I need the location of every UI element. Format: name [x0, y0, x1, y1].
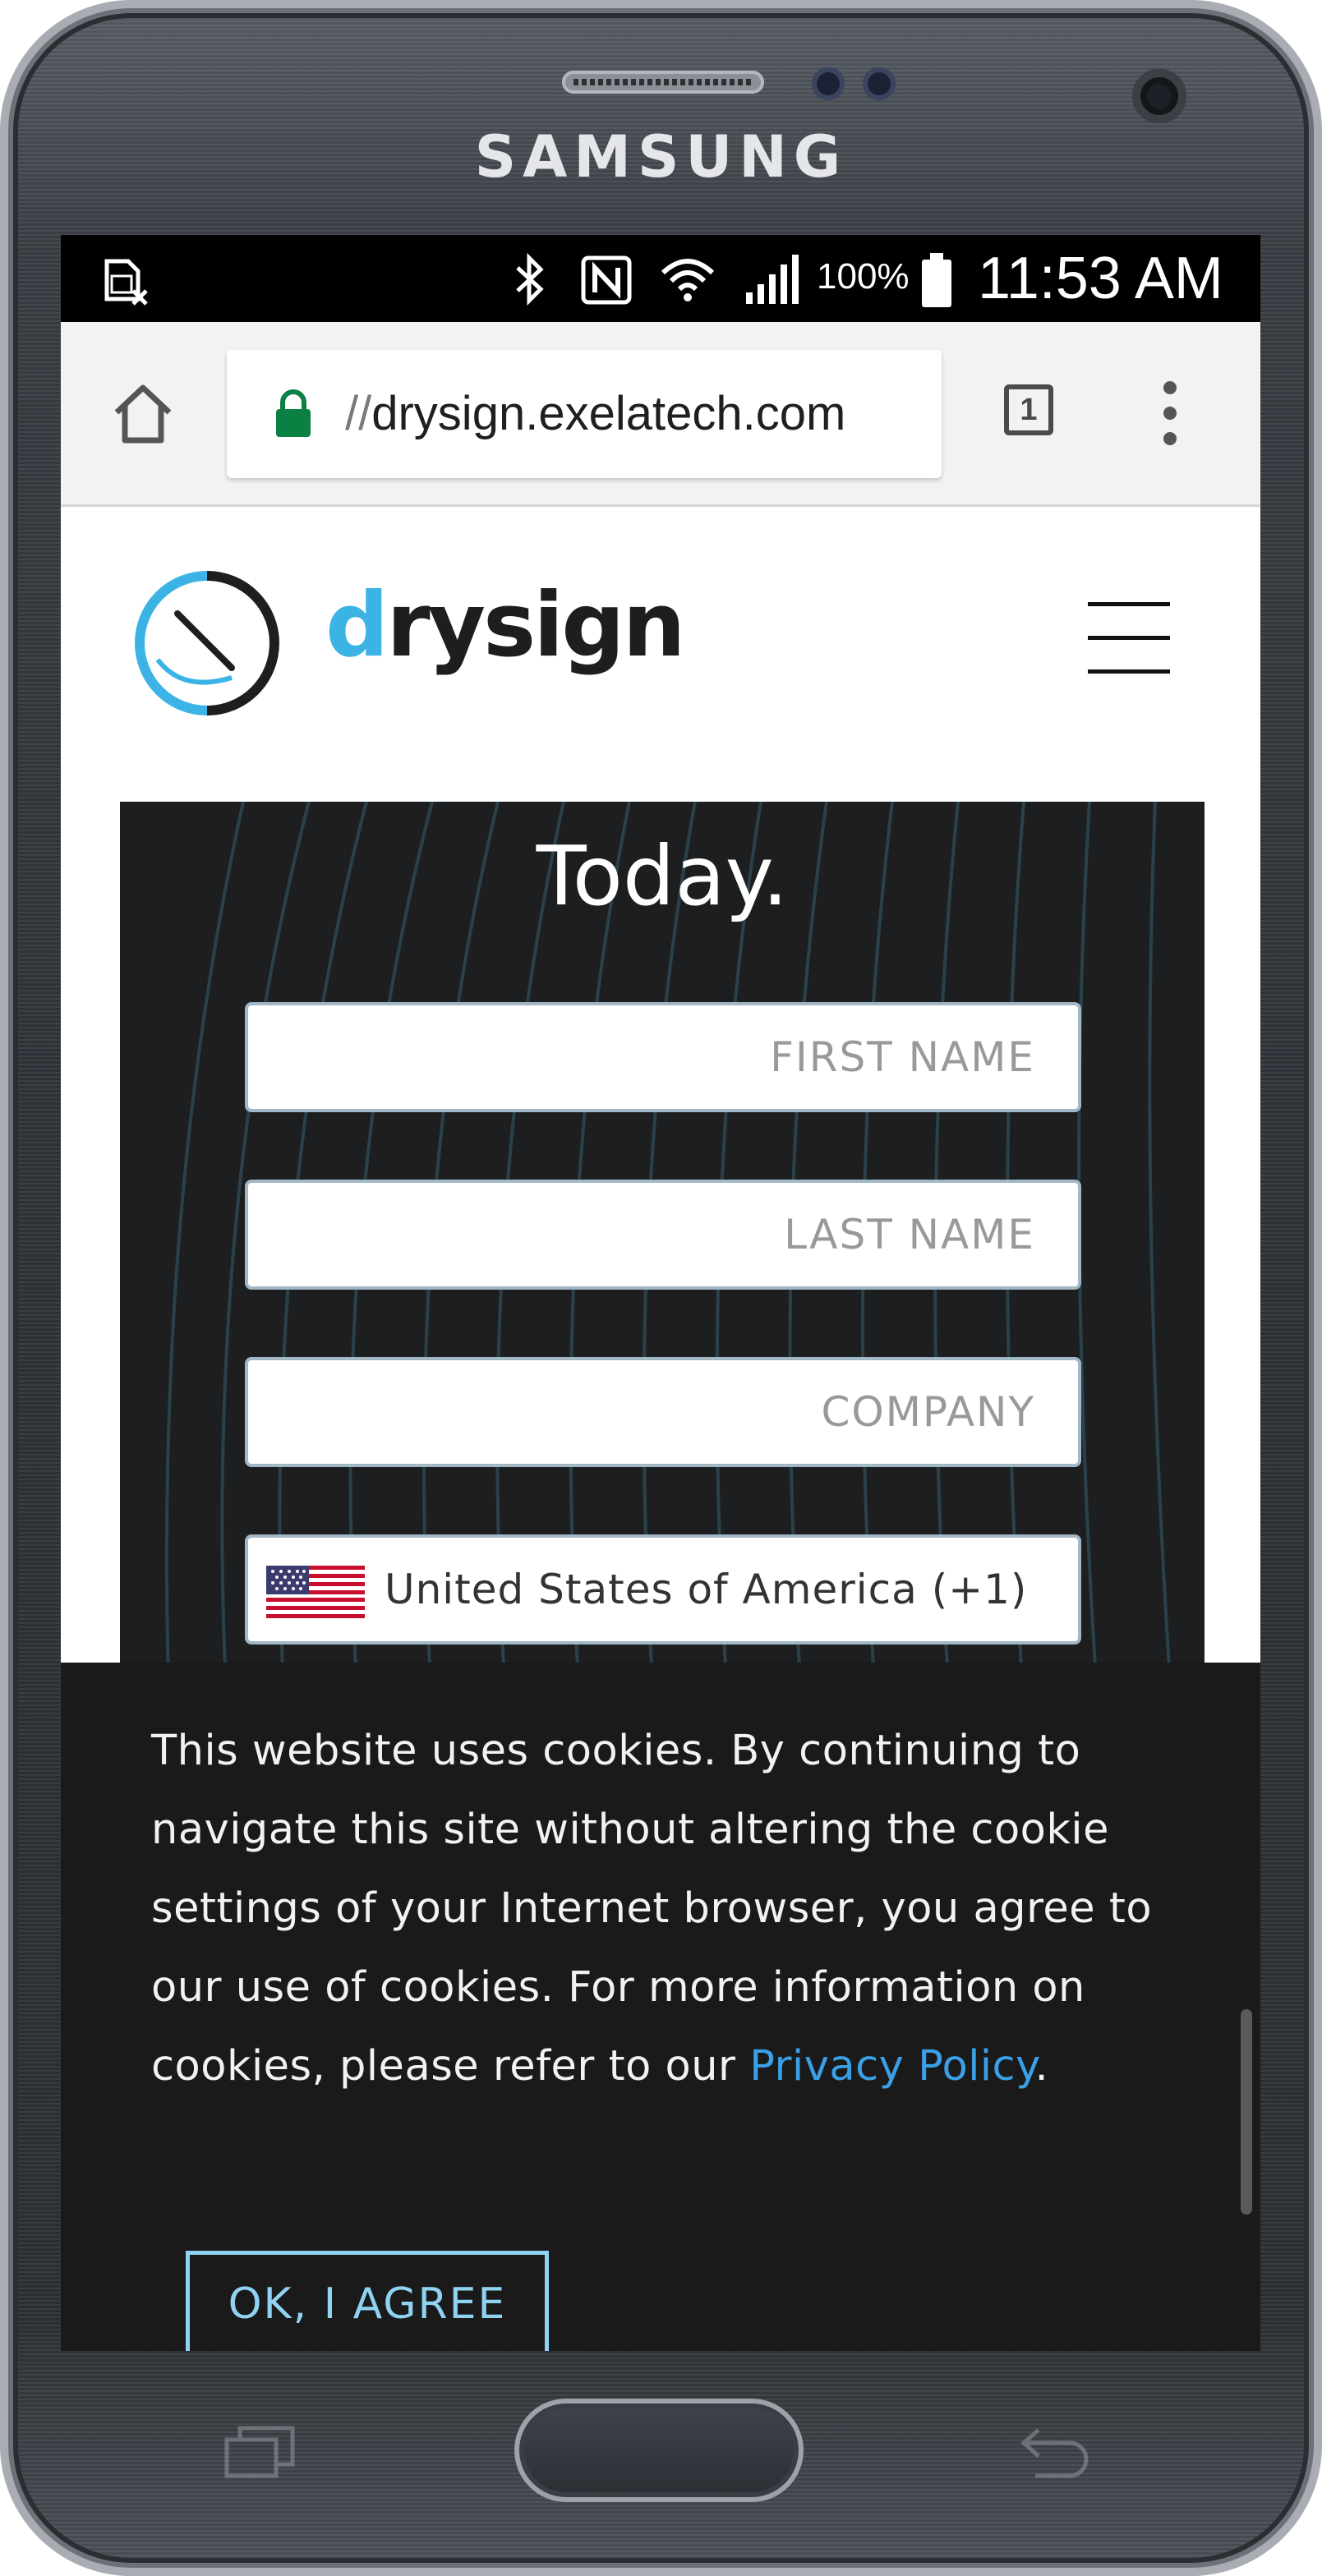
lock-icon	[276, 389, 311, 437]
first-name-input[interactable]	[248, 1005, 1078, 1109]
status-time: 11:53 AM	[978, 246, 1223, 311]
first-name-field[interactable]	[245, 1002, 1081, 1112]
battery-percent: 100%	[817, 256, 910, 297]
country-code-select[interactable]: United States of America (+1)	[245, 1534, 1081, 1644]
wifi-icon	[661, 259, 715, 301]
sim-off-icon	[104, 259, 148, 306]
home-icon[interactable]	[110, 381, 176, 447]
last-name-field[interactable]	[245, 1180, 1081, 1290]
company-field[interactable]	[245, 1357, 1081, 1467]
device-brand: SAMSUNG	[474, 123, 848, 191]
hamburger-menu-icon[interactable]	[1088, 602, 1170, 676]
browser-toolbar: //drysign.exelatech.com 1	[61, 322, 1260, 507]
bluetooth-icon	[516, 253, 544, 306]
front-camera	[1132, 69, 1186, 123]
back-key-icon[interactable]	[1019, 2423, 1093, 2481]
earpiece-speaker	[562, 71, 764, 94]
site-header: drysign	[61, 507, 1260, 803]
tab-switcher-icon[interactable]: 1	[1004, 384, 1053, 435]
address-bar[interactable]: //drysign.exelatech.com	[227, 350, 942, 478]
cookie-message-end: .	[1034, 2042, 1049, 2091]
url-scheme: //	[345, 387, 372, 440]
screen: 100% 11:53 AM //drysign.exelatech.com 1	[61, 235, 1260, 2351]
proximity-sensor	[812, 67, 845, 100]
signal-icon	[746, 255, 799, 304]
us-flag-icon	[266, 1566, 365, 1618]
hamburger-line	[1088, 636, 1170, 640]
home-hardware-button[interactable]	[514, 2399, 804, 2502]
last-name-input[interactable]	[248, 1183, 1078, 1286]
nfc-icon	[581, 255, 632, 305]
company-input[interactable]	[248, 1360, 1078, 1464]
logo-wordmark-accent: d	[325, 574, 389, 677]
form-heading: Today.	[536, 828, 789, 924]
phone-frame: SAMSUNG 100% 11:53 AM //drysign.exelatec…	[0, 0, 1322, 2576]
logo-wordmark-rest: rysign	[386, 574, 685, 677]
url-text[interactable]: //drysign.exelatech.com	[345, 386, 845, 441]
cookie-banner: This website uses cookies. By continuing…	[61, 1663, 1260, 2351]
status-bar: 100% 11:53 AM	[61, 235, 1260, 322]
cookie-message: This website uses cookies. By continuing…	[151, 1712, 1170, 2106]
hamburger-line	[1088, 669, 1170, 674]
light-sensor	[863, 67, 896, 100]
battery-icon	[922, 253, 951, 307]
drysign-logo-icon[interactable]	[133, 569, 281, 717]
overflow-menu-icon[interactable]	[1154, 376, 1186, 450]
logo-wordmark[interactable]: drysign	[325, 574, 685, 677]
hamburger-line	[1088, 602, 1170, 606]
recent-apps-key-icon[interactable]	[223, 2423, 297, 2481]
privacy-policy-link[interactable]: Privacy Policy	[749, 2042, 1034, 2091]
cookie-message-text: This website uses cookies. By continuing…	[151, 1727, 1153, 2091]
country-code-value: United States of America (+1)	[385, 1566, 1028, 1613]
scrollbar-thumb[interactable]	[1241, 2009, 1252, 2215]
url-host: drysign.exelatech.com	[371, 387, 846, 440]
agree-button[interactable]: OK, I AGREE	[186, 2251, 549, 2351]
signup-form-panel: Today. FIRST NAME LAST NAME COMPANY Unit…	[120, 802, 1205, 1705]
